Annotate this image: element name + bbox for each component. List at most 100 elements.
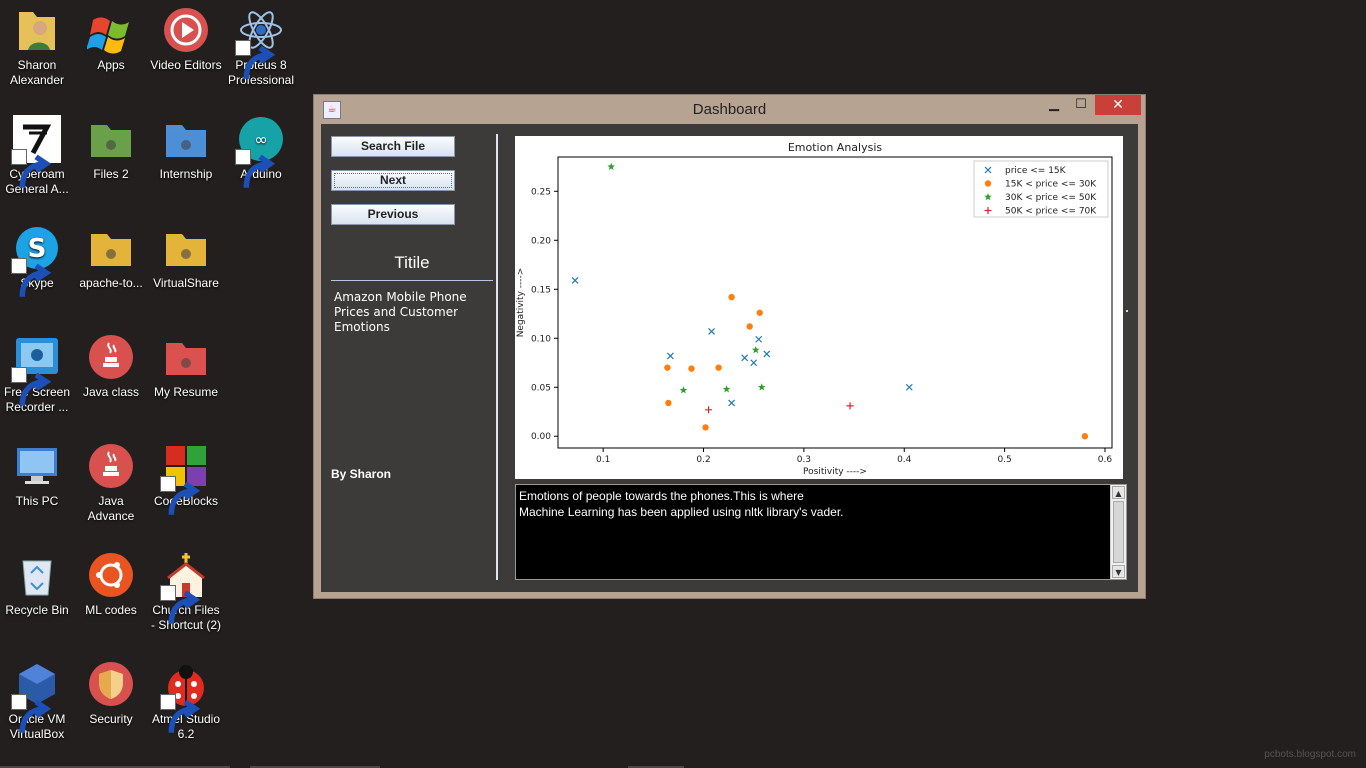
desktop-icon-label: Internship: [159, 167, 213, 181]
y-tick-label: 0.10: [531, 334, 551, 344]
y-tick-label: 0.00: [531, 432, 551, 442]
search-file-button[interactable]: Search File: [331, 136, 455, 157]
output-textarea[interactable]: Emotions of people towards the phones.Th…: [515, 484, 1127, 580]
desktop-icon[interactable]: Sharon Alexander: [0, 0, 74, 88]
desktop-icon-label: This PC: [15, 494, 59, 508]
desktop-icon[interactable]: Recycle Bin: [0, 545, 74, 618]
legend-label: 50K < price <= 70K: [1005, 207, 1097, 217]
shortcut-arrow-icon: [160, 694, 201, 733]
previous-button[interactable]: Previous: [331, 204, 455, 225]
windows-logo-icon: [87, 6, 135, 54]
shortcut-arrow-icon: [235, 40, 276, 79]
x-tick-label: 0.2: [696, 455, 710, 465]
java-icon: [87, 442, 135, 490]
scroll-down-icon[interactable]: ▼: [1112, 565, 1125, 578]
shortcut-arrow-icon: [11, 149, 52, 188]
desktop-icon[interactable]: This PC: [0, 436, 74, 509]
ladybug-icon: [160, 660, 210, 733]
desktop-icon[interactable]: ∞ Arduino: [224, 109, 298, 188]
desktop-icon[interactable]: Files 2: [74, 109, 148, 182]
cyberoam-icon: [11, 115, 61, 188]
desktop-icon[interactable]: Proteus 8 Professional: [224, 0, 298, 88]
desktop-icon[interactable]: Oracle VM VirtualBox: [0, 654, 74, 742]
desktop-icon[interactable]: VirtualShare: [149, 218, 223, 291]
data-point: [664, 364, 671, 371]
desktop-icon[interactable]: Apps: [74, 0, 148, 73]
atom-icon: [235, 6, 285, 79]
desktop-icon-label: Sharon Alexander: [9, 58, 65, 87]
desktop-icon[interactable]: Church Files - Shortcut (2): [149, 545, 223, 633]
minimize-button[interactable]: ▁: [1039, 95, 1069, 115]
shortcut-arrow-icon: [235, 149, 276, 188]
legend-marker: [984, 180, 992, 187]
desktop-icon[interactable]: Free Screen Recorder ...: [0, 327, 74, 415]
dashboard-window: ☕ Dashboard ▁ ☐ ✕ Search File Next Previ…: [313, 94, 1146, 599]
desktop-icon[interactable]: My Resume: [149, 327, 223, 400]
desktop-icon-label: apache-to...: [79, 276, 143, 290]
shortcut-arrow-icon: [11, 258, 52, 297]
codeblocks-icon: [160, 442, 210, 515]
split-pane-divider[interactable]: [496, 134, 498, 580]
data-point: [728, 293, 735, 301]
desktop-icon[interactable]: Internship: [149, 109, 223, 182]
desktop-icon[interactable]: Java Advance: [74, 436, 148, 524]
data-point: [1081, 433, 1089, 440]
desktop-icon[interactable]: CodeBlocks: [149, 436, 223, 515]
y-tick-label: 0.25: [531, 187, 551, 197]
folder-icon: [162, 333, 210, 381]
desktop-icon-label: Apps: [97, 58, 125, 72]
sidebar-description: Amazon Mobile Phone Prices and Customer …: [334, 290, 467, 334]
scroll-up-icon[interactable]: ▲: [1112, 486, 1125, 499]
data-point: [715, 364, 722, 371]
data-point: [688, 365, 695, 372]
close-button[interactable]: ✕: [1095, 95, 1141, 115]
recycle-bin-icon: [13, 551, 61, 599]
user-folder-icon: [13, 6, 61, 54]
church-icon: [160, 551, 210, 624]
divider-dot: [1126, 310, 1128, 312]
x-tick-label: 0.4: [897, 455, 912, 465]
computer-icon: [13, 442, 61, 490]
ubuntu-icon: [87, 551, 135, 599]
desktop-icon[interactable]: S Skype: [0, 218, 74, 297]
desktop-icon[interactable]: Security: [74, 654, 148, 727]
desktop-icon[interactable]: apache-to...: [74, 218, 148, 291]
desktop-icon[interactable]: Cyberoam General A...: [0, 109, 74, 197]
chart-title: Emotion Analysis: [788, 141, 883, 154]
output-text: Emotions of people towards the phones.Th…: [519, 489, 844, 519]
arduino-icon: ∞: [235, 115, 285, 188]
watermark: pcbots.blogspot.com: [1264, 749, 1356, 760]
java-icon: [87, 333, 135, 381]
legend-label: price <= 15K: [1005, 166, 1067, 176]
desktop-icon[interactable]: Atmel Studio 6.2: [149, 654, 223, 742]
x-tick-label: 0.5: [997, 455, 1011, 465]
desktop-icon-label: Java Advance: [87, 494, 135, 523]
scroll-thumb[interactable]: [1113, 501, 1124, 563]
desktop-icon-label: ML codes: [85, 603, 137, 617]
folder-icon: [87, 224, 135, 272]
maximize-button[interactable]: ☐: [1066, 95, 1096, 115]
shortcut-arrow-icon: [11, 694, 52, 733]
vertical-scrollbar[interactable]: ▲ ▼: [1110, 485, 1126, 579]
desktop-icon-label: Files 2: [93, 167, 129, 181]
next-button[interactable]: Next: [331, 170, 455, 191]
desktop-icon-label: VirtualShare: [153, 276, 219, 290]
window-content: Search File Next Previous Titile Amazon …: [321, 124, 1138, 592]
skype-icon: S: [11, 224, 61, 297]
legend-label: 15K < price <= 30K: [1005, 180, 1097, 190]
desktop-icon-label: Video Editors: [150, 58, 222, 72]
window-title: Dashboard: [692, 101, 767, 118]
chart-panel: Emotion Analysis 0.1 0.2 0.3 0.4 0.5 0.6 0.00 0.…: [515, 136, 1123, 479]
desktop-icon[interactable]: Java class: [74, 327, 148, 400]
sidebar-heading: Titile: [394, 253, 430, 272]
shortcut-arrow-icon: [11, 367, 52, 406]
y-tick-label: 0.20: [531, 236, 551, 246]
desktop-icon-label: My Resume: [153, 385, 218, 399]
desktop-icon-label: Recycle Bin: [5, 603, 69, 617]
sidebar: Search File Next Previous Titile Amazon …: [321, 124, 499, 592]
title-bar[interactable]: ☕ Dashboard ▁ ☐ ✕: [314, 95, 1145, 123]
x-tick-label: 0.6: [1098, 455, 1113, 465]
desktop-icon[interactable]: ML codes: [74, 545, 148, 618]
desktop-icon[interactable]: Video Editors: [149, 0, 223, 73]
shield-icon: [87, 660, 135, 708]
